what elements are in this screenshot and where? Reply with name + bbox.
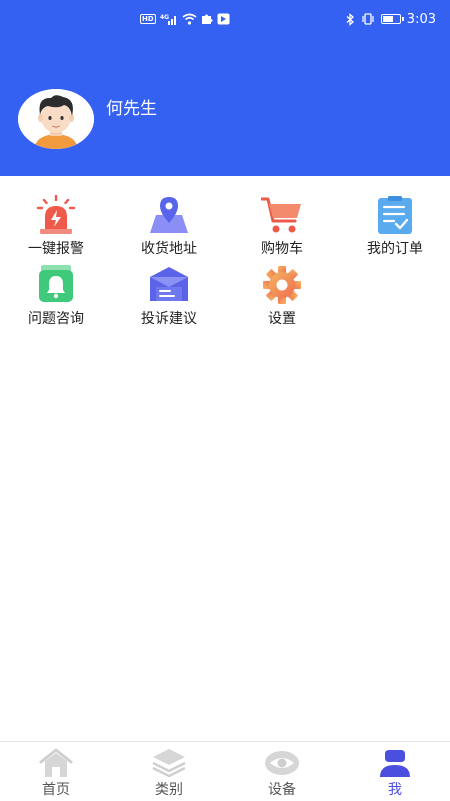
- shopping-cart-icon: [260, 195, 303, 235]
- tab-devices[interactable]: 设备: [226, 742, 338, 801]
- location-pin-icon: [148, 195, 190, 235]
- tab-home[interactable]: 首页: [0, 742, 112, 801]
- menu-item-inquiry[interactable]: 问题咨询: [0, 265, 112, 328]
- bottom-tab-bar: 首页 类别 设备 我: [0, 741, 450, 801]
- menu-item-complaints[interactable]: 投诉建议: [113, 265, 225, 328]
- menu-item-settings[interactable]: 设置: [226, 265, 338, 328]
- menu-label: 购物车: [261, 241, 303, 257]
- status-time: 3:03: [406, 11, 436, 27]
- menu-item-shopping-cart[interactable]: 购物车: [226, 195, 338, 258]
- wifi-icon: [182, 13, 197, 25]
- menu-label: 设置: [268, 311, 296, 327]
- bell-inquiry-icon: [35, 265, 77, 305]
- battery-icon: [380, 14, 404, 24]
- order-list-icon: [374, 195, 416, 235]
- tab-label: 首页: [42, 782, 70, 798]
- menu-label: 我的订单: [367, 241, 423, 257]
- alarm-siren-icon: [35, 194, 77, 235]
- menu-item-delivery-address[interactable]: 收货地址: [113, 195, 225, 258]
- profile-header: 何先生: [0, 36, 450, 176]
- gear-icon: [261, 265, 303, 305]
- status-icons-left: HD 4G: [140, 11, 230, 27]
- tab-label: 我: [388, 782, 402, 798]
- status-icons-right: 3:03: [346, 10, 436, 28]
- home-icon: [38, 748, 74, 778]
- puzzle-icon: [201, 13, 213, 25]
- menu-label: 收货地址: [141, 241, 197, 257]
- avatar[interactable]: [18, 89, 94, 149]
- eye-device-icon: [264, 748, 300, 778]
- menu-label: 一键报警: [28, 241, 84, 257]
- svg-text:4G: 4G: [160, 14, 169, 21]
- user-icon: [377, 748, 413, 778]
- menu-item-emergency-alarm[interactable]: 一键报警: [0, 194, 112, 258]
- app-notification-icon: [217, 13, 230, 25]
- layers-icon: [151, 748, 187, 778]
- tab-label: 类别: [155, 782, 183, 798]
- hd-badge: HD: [140, 14, 156, 24]
- tab-label: 设备: [268, 782, 296, 798]
- menu-label: 投诉建议: [141, 311, 197, 327]
- profile-name: 何先生: [106, 99, 157, 119]
- signal-icon: 4G: [160, 13, 178, 25]
- menu-label: 问题咨询: [28, 311, 84, 327]
- bluetooth-icon: [346, 12, 355, 26]
- mail-envelope-icon: [148, 265, 190, 305]
- tab-me[interactable]: 我: [339, 742, 450, 801]
- vibrate-icon: [361, 13, 375, 25]
- tab-categories[interactable]: 类别: [113, 742, 225, 801]
- status-bar: HD 4G 3:03: [0, 0, 450, 36]
- menu-item-my-orders[interactable]: 我的订单: [339, 195, 450, 258]
